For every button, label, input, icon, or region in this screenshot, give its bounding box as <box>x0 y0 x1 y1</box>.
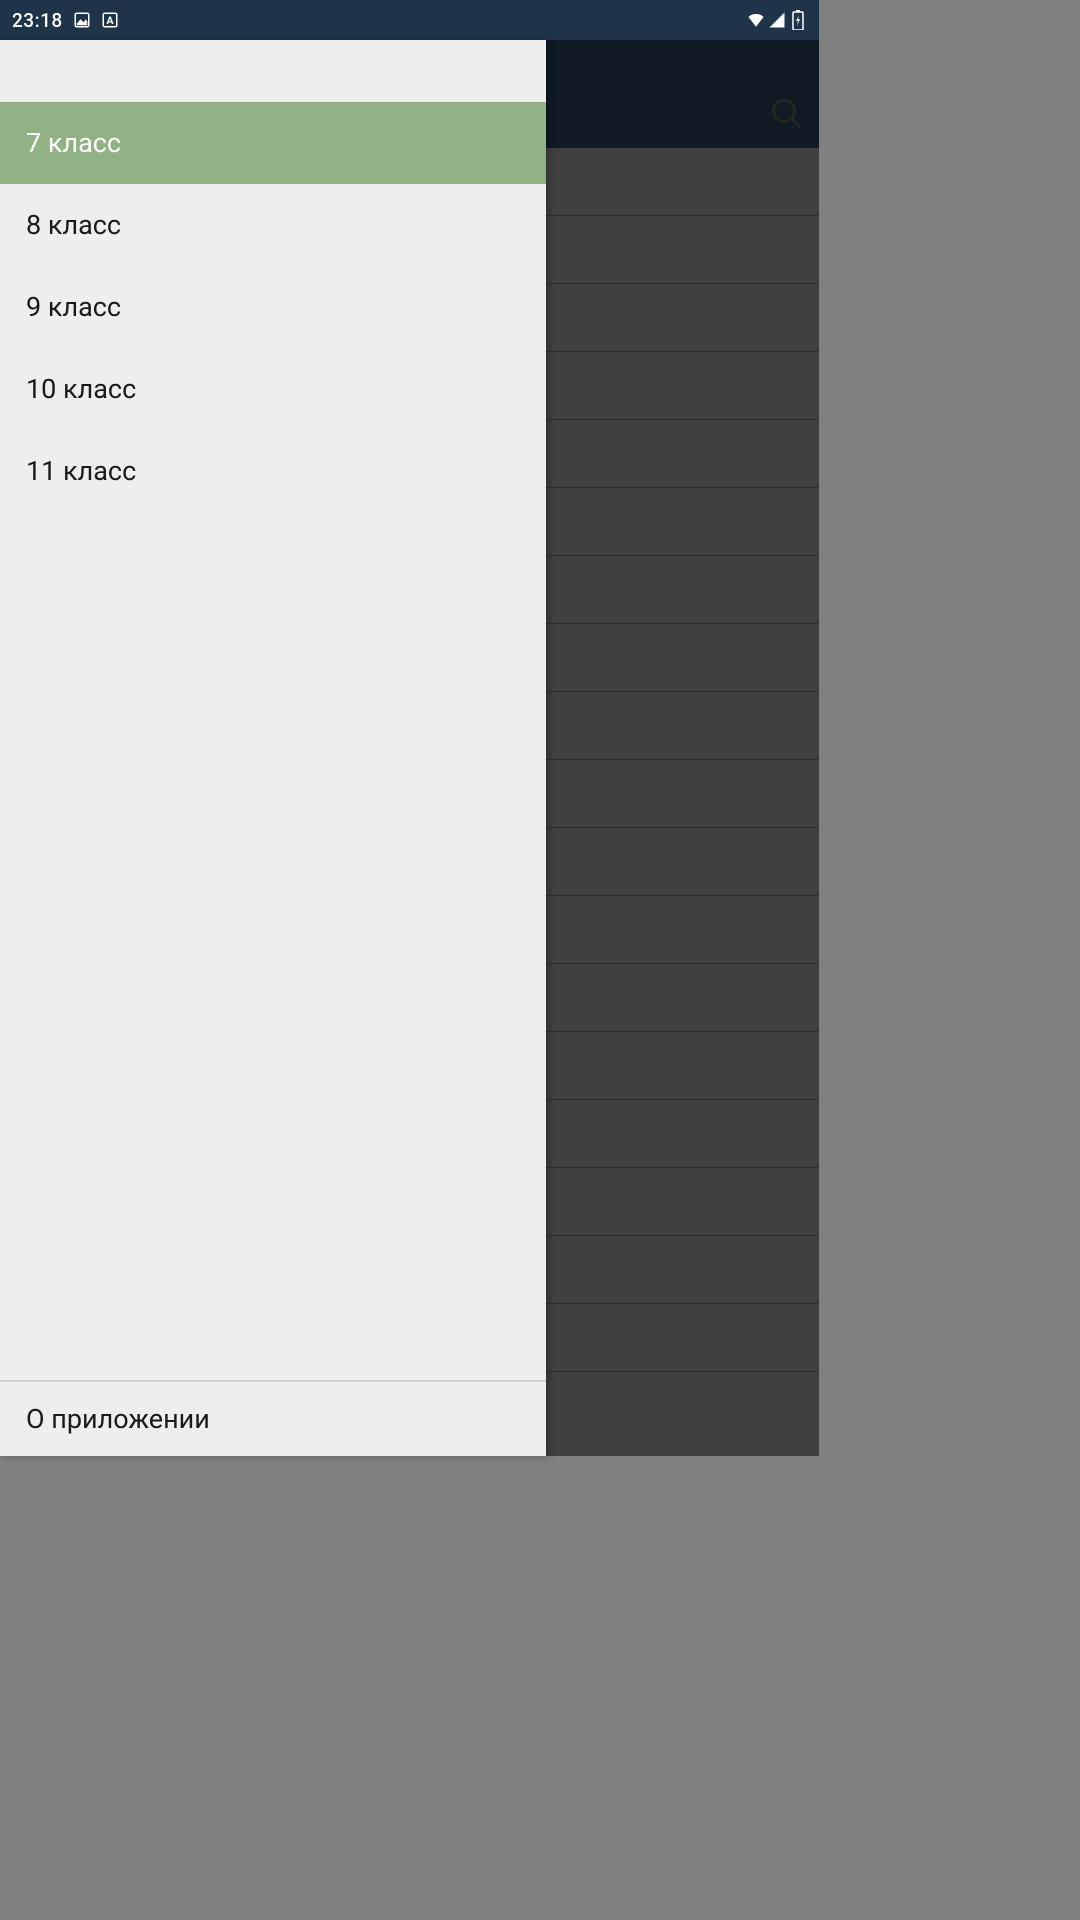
drawer-item-class-8[interactable]: 8 класс <box>0 184 546 266</box>
drawer-item-class-11[interactable]: 11 класс <box>0 430 546 512</box>
navigation-drawer: 7 класс 8 класс 9 класс 10 класс 11 клас… <box>0 40 546 1456</box>
status-left: 23:18 A <box>12 9 119 32</box>
drawer-item-class-9[interactable]: 9 класс <box>0 266 546 348</box>
drawer-about[interactable]: О приложении <box>0 1380 546 1456</box>
text-icon: A <box>101 11 119 29</box>
signal-icon <box>768 11 786 29</box>
svg-text:A: A <box>106 14 114 27</box>
image-icon <box>73 11 91 29</box>
wifi-icon <box>747 11 765 29</box>
status-time: 23:18 <box>12 9 63 32</box>
drawer-header <box>0 40 546 102</box>
status-right <box>747 11 807 29</box>
status-bar: 23:18 A <box>0 0 819 40</box>
battery-icon <box>789 11 807 29</box>
drawer-item-class-10[interactable]: 10 класс <box>0 348 546 430</box>
drawer-item-class-7[interactable]: 7 класс <box>0 102 546 184</box>
drawer-items: 7 класс 8 класс 9 класс 10 класс 11 клас… <box>0 102 546 1380</box>
